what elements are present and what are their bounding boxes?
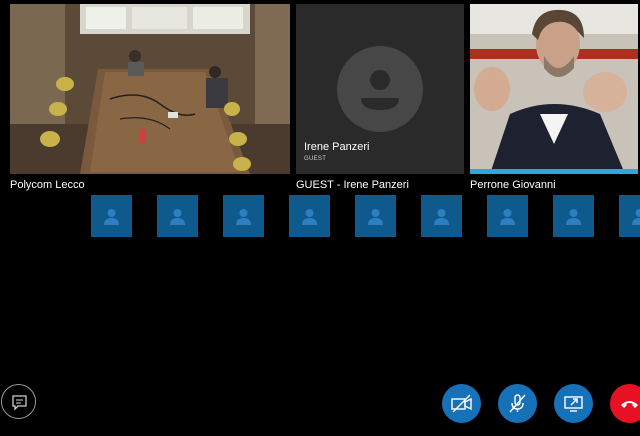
person-video-feed	[470, 4, 638, 174]
participant-tile[interactable]	[355, 195, 396, 237]
participant-tile[interactable]	[619, 195, 640, 237]
participant-tile[interactable]	[421, 195, 462, 237]
video-tile-room[interactable]	[10, 4, 290, 174]
participant-tile[interactable]	[91, 195, 132, 237]
mute-button[interactable]	[498, 384, 537, 423]
participant-tile[interactable]	[157, 195, 198, 237]
video-off-icon	[451, 394, 472, 413]
video-tile-person[interactable]	[470, 4, 638, 174]
video-tile-guest[interactable]: Irene Panzeri GUEST	[296, 4, 464, 174]
participant-tile[interactable]	[289, 195, 330, 237]
person-icon	[302, 209, 317, 225]
person-icon	[368, 209, 383, 225]
tile-label-person: Perrone Giovanni	[470, 179, 556, 191]
person-icon	[236, 209, 251, 225]
participant-tile[interactable]	[553, 195, 594, 237]
meeting-stage: Polycom Lecco Irene Panzeri GUEST GUEST …	[0, 0, 640, 436]
share-screen-icon	[564, 396, 583, 412]
hang-up-button[interactable]	[610, 384, 640, 423]
user-silhouette-icon	[361, 70, 399, 110]
person-icon	[566, 209, 581, 225]
share-screen-button[interactable]	[554, 384, 593, 423]
person-icon	[632, 209, 640, 225]
person-icon	[434, 209, 449, 225]
guest-subtitle: GUEST	[304, 156, 327, 162]
guest-name: Irene Panzeri	[304, 141, 370, 153]
chat-button[interactable]	[1, 384, 36, 419]
hang-up-icon	[621, 401, 638, 408]
participant-tile[interactable]	[223, 195, 264, 237]
participant-strip	[0, 195, 640, 237]
participant-tile[interactable]	[487, 195, 528, 237]
room-video-feed	[10, 4, 290, 174]
person-icon	[500, 209, 515, 225]
person-icon	[170, 209, 185, 225]
video-toggle-button[interactable]	[442, 384, 481, 423]
guest-avatar	[337, 46, 423, 132]
tile-label-room: Polycom Lecco	[10, 179, 85, 191]
chat-icon	[12, 395, 27, 411]
mic-muted-icon	[509, 394, 526, 413]
person-icon	[104, 209, 119, 225]
tile-label-guest: GUEST - Irene Panzeri	[296, 179, 409, 191]
